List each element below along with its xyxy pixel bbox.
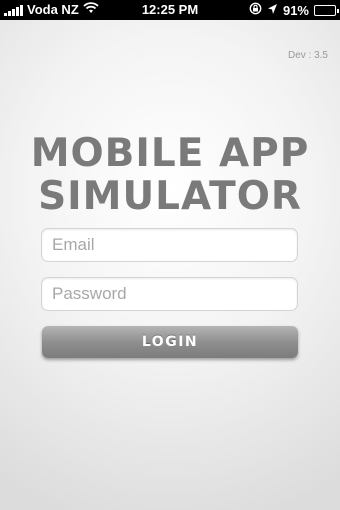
email-field[interactable] (41, 228, 298, 262)
password-field[interactable] (41, 277, 298, 311)
location-arrow-icon (267, 3, 278, 18)
app-title-line2: SIMULATOR (38, 174, 302, 219)
battery-percent: 91% (282, 2, 309, 18)
app-title-line1: MOBILE APP (30, 131, 310, 176)
wifi-icon (83, 2, 99, 17)
carrier-name: Voda NZ (27, 2, 79, 17)
rotation-lock-icon (249, 2, 262, 18)
signal-bars-icon (4, 4, 23, 16)
status-bar-right: 91% (249, 2, 339, 18)
login-screen: Dev : 3.5 MOBILE APP SIMULATOR LOGIN (0, 20, 340, 510)
version-label: Dev : 3.5 (287, 50, 328, 61)
battery-icon (314, 4, 339, 16)
app-title: MOBILE APP SIMULATOR (0, 132, 340, 218)
status-bar-left: Voda NZ (4, 2, 99, 17)
login-button[interactable]: LOGIN (42, 326, 298, 358)
status-bar: Voda NZ 12:25 PM 91% (0, 0, 340, 20)
